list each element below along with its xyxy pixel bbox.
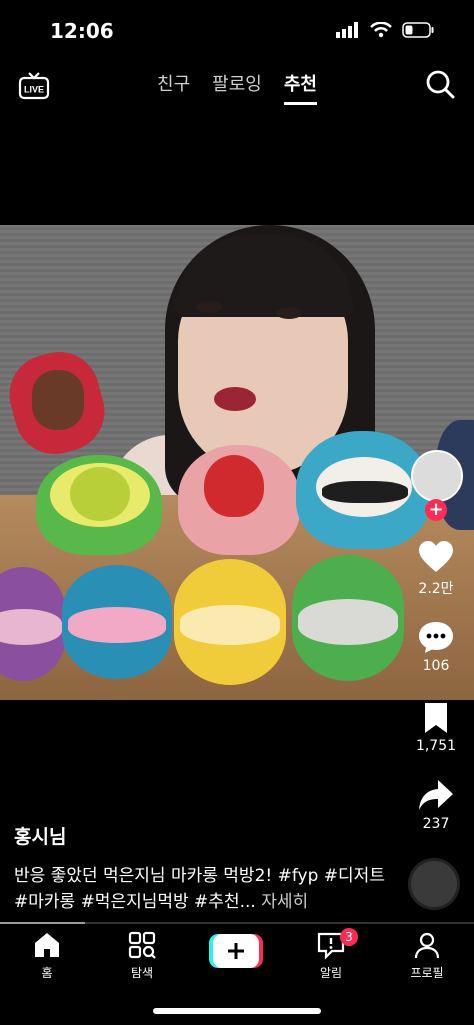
heart-icon[interactable]: [418, 540, 454, 574]
signal-icon: [336, 22, 358, 38]
description-text: 반응 좋았던 먹은지님 마카롱 먹방2! #fyp #디저트 #마카롱 #먹은지…: [14, 866, 385, 912]
video-purple-filling: [0, 609, 62, 645]
nav-home[interactable]: 홈: [12, 930, 82, 981]
comment-count: 106: [422, 658, 450, 674]
share-count: 237: [422, 816, 450, 832]
nav-explore-label: 탐색: [130, 966, 154, 980]
share-arrow-icon[interactable]: [418, 778, 454, 812]
video-strawberry: [204, 455, 264, 517]
top-nav: LIVE 친구 팔로잉 추천: [0, 60, 474, 110]
follow-plus-icon[interactable]: +: [425, 499, 447, 521]
status-bar: 12:06: [0, 0, 474, 60]
avatar[interactable]: [411, 450, 463, 502]
nav-profile[interactable]: 프로필: [392, 930, 462, 981]
video-grape: [70, 467, 130, 521]
video-cookie: [322, 481, 408, 503]
video-person-eye-right: [276, 307, 302, 319]
like-count: 2.2만: [418, 581, 454, 597]
video-chocolate-filling: [32, 370, 84, 430]
like-button[interactable]: 2.2만: [398, 540, 474, 598]
tab-for-you[interactable]: 추천: [283, 70, 317, 105]
music-disc-icon[interactable]: [408, 858, 460, 910]
nav-inbox[interactable]: 3 알림: [296, 928, 366, 981]
save-count: 1,751: [415, 738, 457, 754]
create-plus-icon[interactable]: [209, 934, 263, 968]
comment-button[interactable]: 106: [398, 620, 474, 674]
inbox-badge: 3: [340, 928, 358, 946]
post-description: 반응 좋았던 먹은지님 마카롱 먹방2! #fyp #디저트 #마카롱 #먹은지…: [14, 863, 394, 915]
battery-icon: [402, 22, 434, 38]
save-button[interactable]: 1,751: [398, 702, 474, 754]
clock-time: 12:06: [50, 19, 114, 43]
video-pink-filling: [68, 607, 166, 643]
wifi-icon: [370, 22, 392, 38]
tab-friends[interactable]: 친구: [157, 70, 190, 105]
nav-explore[interactable]: 탐색: [107, 930, 177, 981]
video-yellow-filling: [180, 605, 280, 645]
home-icon[interactable]: [32, 930, 62, 960]
nav-profile-label: 프로필: [410, 966, 444, 980]
search-icon[interactable]: [424, 68, 456, 100]
video-person-eye-left: [196, 301, 222, 313]
comment-icon[interactable]: [418, 620, 454, 654]
creator-username[interactable]: 홍시님: [14, 822, 394, 849]
tab-following[interactable]: 팔로잉: [212, 70, 262, 105]
explore-icon[interactable]: [127, 930, 157, 960]
nav-inbox-label: 알림: [319, 966, 343, 980]
post-caption: 홍시님 반응 좋았던 먹은지님 마카롱 먹방2! #fyp #디저트 #마카롱 …: [14, 822, 394, 915]
video-person-lips: [214, 387, 256, 411]
share-button[interactable]: 237: [398, 778, 474, 832]
see-more-link[interactable]: 자세히: [261, 892, 308, 912]
home-indicator: [153, 1008, 321, 1014]
bookmark-icon[interactable]: [422, 702, 450, 734]
status-icons: [336, 22, 434, 38]
video-cookie-cream-filling: [298, 599, 398, 645]
feed-tabs: 친구 팔로잉 추천: [0, 70, 474, 105]
nav-home-label: 홈: [41, 966, 53, 980]
profile-icon[interactable]: [412, 930, 442, 960]
video-progress-fill: [0, 922, 86, 924]
video-progress-bar[interactable]: [0, 922, 474, 924]
